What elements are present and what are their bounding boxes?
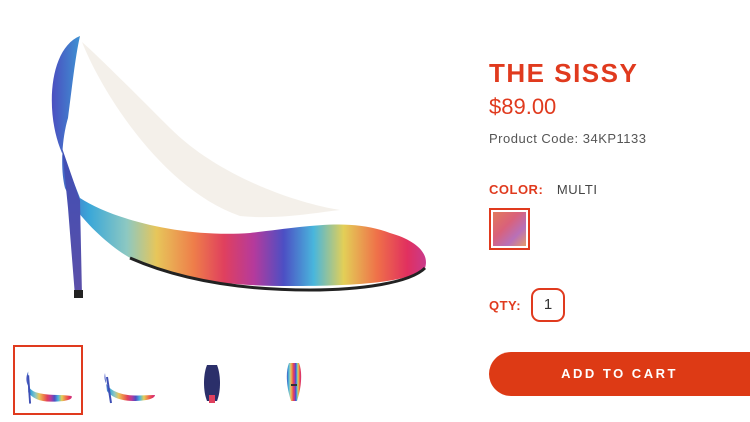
rainbow-pump-image (51, 36, 427, 298)
thumb-three-quarter-image (104, 373, 155, 404)
color-swatch-multi[interactable] (489, 208, 530, 250)
product-code-value: 34KP1133 (582, 131, 647, 146)
add-to-cart-button[interactable]: ADD TO CART (489, 352, 750, 396)
thumb-back-image (204, 365, 220, 403)
multi-color-swatch-icon (493, 212, 526, 246)
thumb-side-image (26, 371, 72, 404)
color-row: COLOR: MULTI (489, 182, 597, 197)
main-product-image (20, 28, 460, 318)
quantity-input[interactable]: 1 (531, 288, 565, 322)
thumbnail-side-view[interactable] (13, 345, 83, 415)
color-value: MULTI (556, 182, 598, 197)
product-gallery (0, 0, 470, 422)
thumbnail-three-quarter-view[interactable] (95, 345, 165, 415)
thumbnail-back-view[interactable] (177, 345, 247, 415)
thumbnail-strip (13, 345, 343, 415)
thumb-front-image (286, 363, 302, 401)
product-code-label: Product Code: (489, 131, 579, 146)
product-price: $89.00 (489, 94, 557, 119)
color-label: COLOR: (489, 182, 544, 197)
product-title: THE SISSY (489, 58, 639, 88)
quantity-label: QTY: (489, 298, 522, 313)
thumbnail-front-view[interactable] (259, 345, 329, 415)
product-info: THE SISSY $89.00 Product Code: 34KP1133 … (489, 0, 750, 422)
product-code: Product Code: 34KP1133 (489, 131, 647, 146)
